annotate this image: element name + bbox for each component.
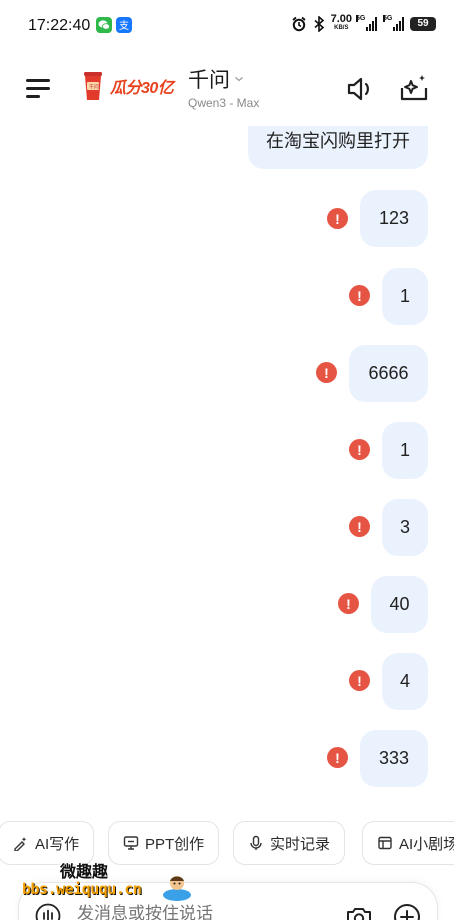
error-icon[interactable]: ! <box>349 670 370 691</box>
alipay-icon: 支 <box>116 17 132 33</box>
error-icon[interactable]: ! <box>349 285 370 306</box>
status-indicators: 7.00 KB/S 5G 5G 59 <box>291 13 436 33</box>
alarm-icon <box>292 16 306 32</box>
promo-text: 瓜分30亿 <box>110 80 174 97</box>
menu-icon[interactable] <box>26 79 54 99</box>
app-header: 千问 瓜分30亿 千问 Qwen3 - Max <box>0 52 454 126</box>
signal-sim1-icon: 5G <box>356 15 377 31</box>
model-name: Qwen3 - Max <box>188 96 260 110</box>
message-bubble[interactable]: 1 <box>382 268 428 325</box>
speaker-icon[interactable] <box>345 74 375 104</box>
chip-live-record[interactable]: 实时记录 <box>233 821 346 865</box>
message-text: 6666 <box>368 363 409 383</box>
error-icon[interactable]: ! <box>316 362 337 383</box>
message-input-bar <box>18 882 438 920</box>
quick-actions: AI写作 PPT创作 实时记录 AI小剧场 <box>0 821 454 867</box>
plus-icon[interactable] <box>393 903 421 920</box>
status-bar: 17:22:40 支 7.00 KB/S 5G 5G 59 <box>0 0 454 52</box>
promo-banner[interactable]: 千问 瓜分30亿 <box>82 70 174 102</box>
message-text: 40 <box>389 594 410 614</box>
microphone-icon <box>250 835 262 850</box>
voice-wave-icon[interactable] <box>35 903 61 920</box>
message-bubble[interactable]: 333 <box>360 730 428 787</box>
pen-sparkle-icon <box>14 837 27 851</box>
error-icon[interactable]: ! <box>327 208 348 229</box>
chip-ai-theater[interactable]: AI小剧场 <box>362 821 454 865</box>
status-time: 17:22:40 <box>28 17 91 34</box>
message-input[interactable] <box>77 904 277 920</box>
wechat-icon <box>96 17 112 33</box>
message-bubble[interactable]: 40 <box>371 576 428 633</box>
message-text: 4 <box>399 671 410 691</box>
message-bubble[interactable]: 123 <box>360 190 428 247</box>
error-icon[interactable]: ! <box>349 516 370 537</box>
error-icon[interactable]: ! <box>338 593 359 614</box>
message-text: 在淘宝闪购里打开 <box>266 130 410 151</box>
new-chat-sparkle-icon[interactable] <box>398 72 430 104</box>
bluetooth-icon <box>314 16 324 32</box>
camera-icon[interactable] <box>345 905 373 920</box>
svg-text:千问: 千问 <box>89 84 99 91</box>
network-speed: 7.00 KB/S <box>330 13 352 32</box>
signal-sim2-icon: 5G <box>383 15 404 31</box>
message-text: 123 <box>378 208 410 228</box>
message-bubble[interactable]: 3 <box>382 499 428 556</box>
chip-ppt[interactable]: PPT创作 <box>108 821 220 865</box>
message-bubble[interactable]: 4 <box>382 653 428 710</box>
chevron-down-icon <box>235 77 243 82</box>
message-text: 1 <box>399 440 410 460</box>
error-icon[interactable]: ! <box>349 439 370 460</box>
message-bubble[interactable]: 1 <box>382 422 428 479</box>
app-title: 千问 <box>188 69 230 92</box>
presentation-icon <box>123 836 139 850</box>
svg-text:支: 支 <box>119 20 129 32</box>
battery-indicator: 59 <box>410 17 436 31</box>
message-text: 1 <box>399 286 410 306</box>
model-selector[interactable]: 千问 Qwen3 - Max <box>188 64 259 110</box>
chip-ai-writing[interactable]: AI写作 <box>0 821 95 865</box>
chat-messages[interactable]: 在淘宝闪购里打开 ! 123 ! 1 ! 6666 ! 1 ! 3 ! 40 !… <box>0 126 454 816</box>
theater-icon <box>378 836 392 850</box>
message-text: 333 <box>378 748 410 768</box>
coffee-cup-icon: 千问 <box>82 70 104 102</box>
message-text: 3 <box>399 517 410 537</box>
error-icon[interactable]: ! <box>327 747 348 768</box>
message-bubble[interactable]: 6666 <box>349 345 428 402</box>
message-bubble[interactable]: 在淘宝闪购里打开 <box>248 126 428 169</box>
